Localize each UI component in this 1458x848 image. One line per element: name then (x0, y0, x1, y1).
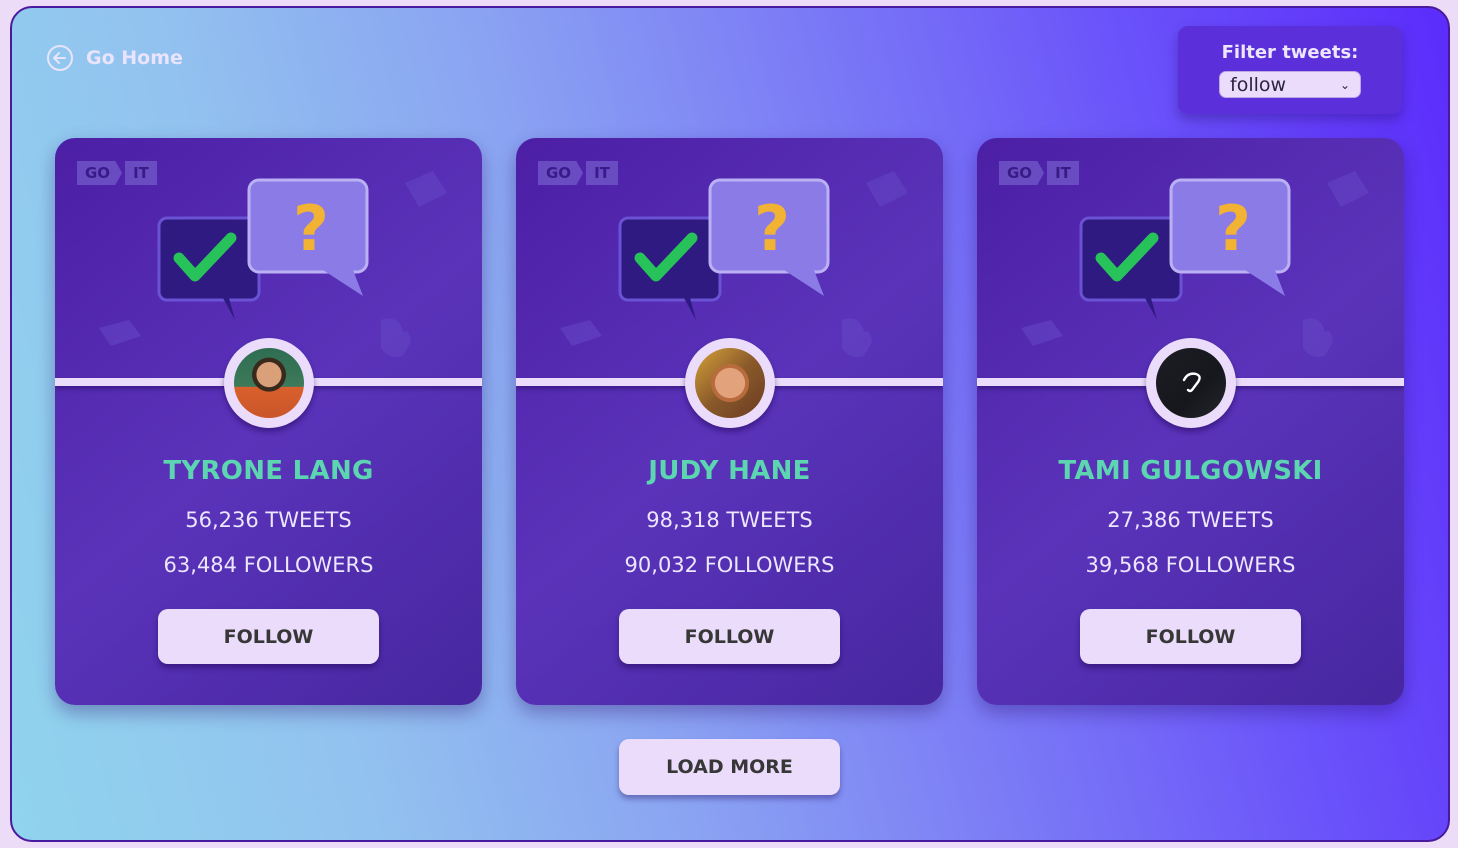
user-name: TYRONE LANG (163, 456, 374, 486)
user-name: TAMI GULGOWSKI (1058, 456, 1323, 486)
avatar (1156, 348, 1226, 418)
avatar-frame (1146, 338, 1236, 428)
follow-button[interactable]: FOLLOW (158, 609, 379, 664)
follow-button[interactable]: FOLLOW (1080, 609, 1301, 664)
logo-it: IT (125, 161, 157, 185)
goit-logo: GO IT (77, 161, 157, 185)
goit-logo: GO IT (538, 161, 618, 185)
avatar (234, 348, 304, 418)
follow-button[interactable]: FOLLOW (619, 609, 840, 664)
logo-go: GO (538, 161, 584, 185)
avatar-frame (685, 338, 775, 428)
filter-select[interactable]: follow ⌄ (1219, 71, 1361, 98)
goit-logo: GO IT (999, 161, 1079, 185)
go-home-link[interactable]: Go Home (46, 44, 183, 72)
tweets-count: 27,386 TWEETS (1107, 508, 1274, 532)
arrow-left-circle-icon (46, 44, 74, 72)
logo-go: GO (77, 161, 123, 185)
user-card: GO IT TYRONE LANG 56,236 TWEETS 63,484 F… (55, 138, 482, 705)
filter-label: Filter tweets: (1221, 42, 1359, 63)
tweets-count: 56,236 TWEETS (185, 508, 352, 532)
load-more-button[interactable]: LOAD MORE (619, 739, 840, 795)
logo-it: IT (1047, 161, 1079, 185)
followers-count: 90,032 FOLLOWERS (624, 553, 835, 577)
logo-it: IT (586, 161, 618, 185)
filter-panel: Filter tweets: follow ⌄ (1178, 26, 1402, 114)
followers-count: 39,568 FOLLOWERS (1085, 553, 1296, 577)
go-home-label: Go Home (86, 47, 183, 69)
app-frame: Go Home Filter tweets: follow ⌄ GO IT TY… (10, 6, 1450, 842)
hook-logo-icon (1182, 372, 1201, 393)
avatar (695, 348, 765, 418)
user-card: GO IT JUDY HANE 98,318 TWEETS 90,032 FOL… (516, 138, 943, 705)
avatar-frame (224, 338, 314, 428)
logo-go: GO (999, 161, 1045, 185)
chevron-down-icon: ⌄ (1339, 77, 1350, 92)
user-name: JUDY HANE (648, 456, 811, 486)
filter-selected-value: follow (1230, 73, 1287, 96)
tweets-count: 98,318 TWEETS (646, 508, 813, 532)
user-card: GO IT TAMI GULGOWSKI 27,386 TWEETS 39,56… (977, 138, 1404, 705)
followers-count: 63,484 FOLLOWERS (163, 553, 374, 577)
